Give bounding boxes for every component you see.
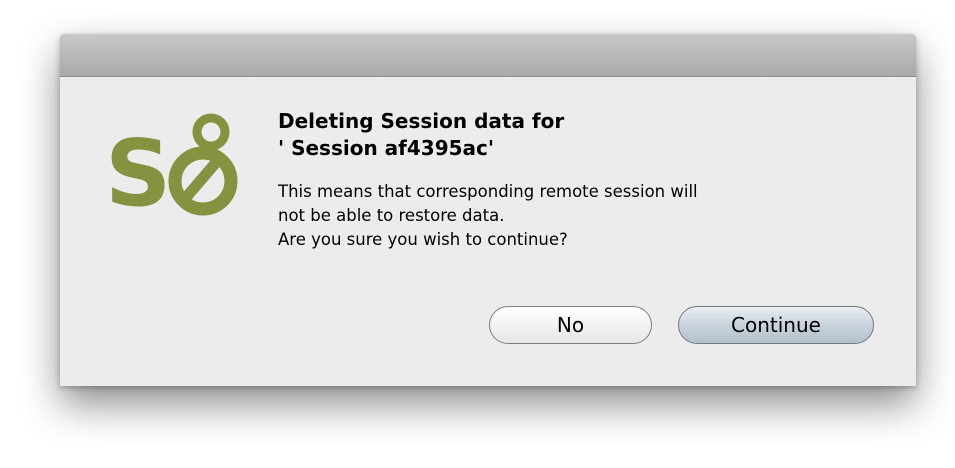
dialog-title: Deleting Session data for ' Session af43… xyxy=(278,108,878,162)
dialog-content: Deleting Session data for ' Session af43… xyxy=(278,108,878,252)
dialog-title-line1: Deleting Session data for xyxy=(278,109,565,133)
dialog-message: This means that corresponding remote ses… xyxy=(278,180,878,252)
dialog-message-line3: Are you sure you wish to continue? xyxy=(278,230,568,249)
screen: S Deleting Session data for ' Session af… xyxy=(0,0,955,468)
dialog-titlebar xyxy=(60,34,916,77)
selenium-logo-icon: S xyxy=(105,109,240,229)
dialog-message-line2: not be able to restore data. xyxy=(278,206,505,225)
dialog-message-line1: This means that corresponding remote ses… xyxy=(278,182,698,201)
continue-button[interactable]: Continue xyxy=(678,306,874,344)
confirm-dialog: S Deleting Session data for ' Session af… xyxy=(60,34,916,386)
svg-text:S: S xyxy=(105,120,171,227)
dialog-title-line2: ' Session af4395ac' xyxy=(278,136,494,160)
no-button[interactable]: No xyxy=(489,306,652,344)
